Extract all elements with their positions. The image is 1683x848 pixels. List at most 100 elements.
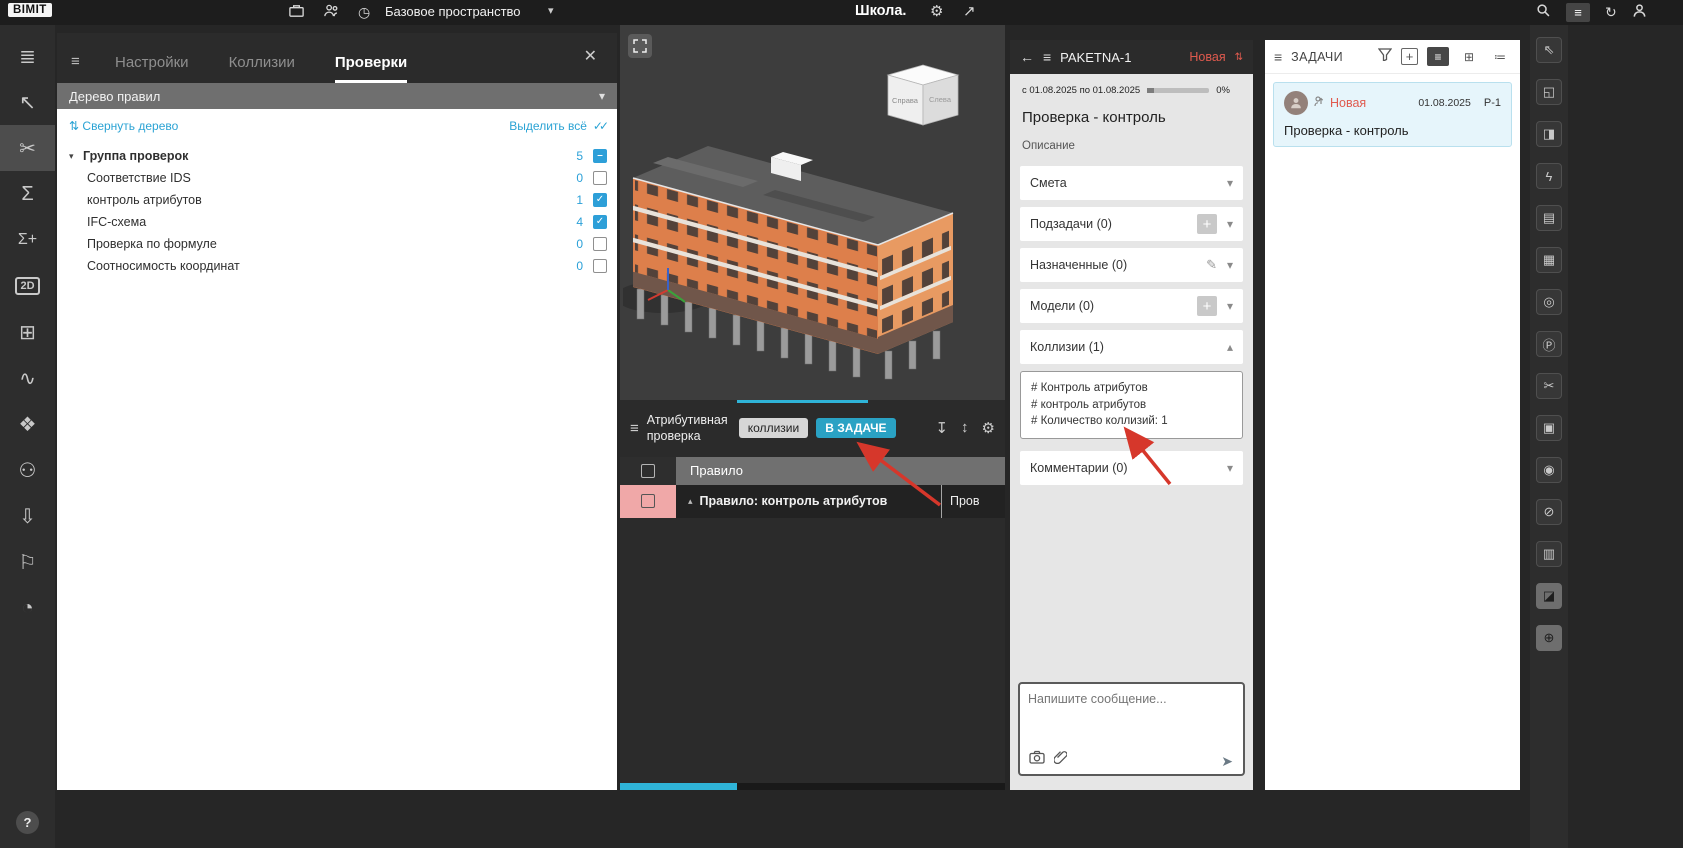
- gauge-icon[interactable]: ◔: [0, 585, 55, 631]
- hide-visibility-icon[interactable]: ⊘: [1536, 499, 1562, 525]
- table-row[interactable]: ▴ Правило: контроль атрибутов Пров: [620, 485, 1005, 518]
- status-sort-icon[interactable]: ⇅: [1235, 52, 1243, 63]
- section-estimate[interactable]: Смета ▾: [1020, 166, 1243, 200]
- collisions-button[interactable]: коллизии: [739, 418, 808, 438]
- workspace-select[interactable]: Базовое пространство: [385, 4, 521, 19]
- import-icon[interactable]: ↧: [935, 419, 948, 437]
- share-icon[interactable]: ↗: [963, 2, 976, 20]
- chevron-down-icon[interactable]: ▾: [548, 4, 554, 17]
- select-all-link[interactable]: Выделить всё: [509, 119, 587, 133]
- show-visibility-icon[interactable]: ◉: [1536, 457, 1562, 483]
- team-icon[interactable]: [323, 2, 340, 24]
- section-comments[interactable]: Комментарии (0) ▾: [1020, 451, 1243, 485]
- chevron-up-icon[interactable]: ▴: [1227, 340, 1233, 354]
- camera-icon[interactable]: [1029, 750, 1045, 769]
- section-collisions[interactable]: Коллизии (1) ▴: [1020, 330, 1243, 364]
- sum-add-icon[interactable]: Σ+: [0, 217, 55, 263]
- sort-menu-icon[interactable]: ≡: [71, 53, 80, 70]
- gear-icon[interactable]: ⚙: [930, 2, 943, 20]
- tree-item[interactable]: контроль атрибутов 1: [57, 189, 617, 211]
- rule-tree-bar[interactable]: Дерево правил ▾: [57, 83, 617, 109]
- in-task-button[interactable]: В ЗАДАЧЕ: [816, 418, 895, 438]
- list-view-icon[interactable]: ≡: [1566, 3, 1590, 22]
- viewport-3d[interactable]: Справа Слева ≡ Атрибутивная проверка кол…: [620, 25, 1005, 790]
- tree-item[interactable]: Проверка по формуле 0: [57, 233, 617, 255]
- focus-target-icon[interactable]: ◎: [1536, 289, 1562, 315]
- section-cut-icon[interactable]: ✂: [1536, 373, 1562, 399]
- user-location-icon[interactable]: ⚐: [0, 539, 55, 585]
- quick-actions-icon[interactable]: ϟ: [1536, 163, 1562, 189]
- building-model[interactable]: Справа Слева: [623, 45, 1003, 405]
- add-model-button[interactable]: +: [1197, 296, 1217, 316]
- charts-icon[interactable]: ∿: [0, 355, 55, 401]
- user-icon[interactable]: [1632, 3, 1647, 23]
- rule-cell[interactable]: ▴ Правило: контроль атрибутов: [676, 485, 941, 518]
- select-tool-icon[interactable]: ↖: [0, 79, 55, 125]
- orbit-icon[interactable]: ⊕: [1536, 625, 1562, 651]
- search-icon[interactable]: [1536, 3, 1551, 23]
- progress-bar[interactable]: [1147, 88, 1209, 93]
- briefcase-icon[interactable]: [288, 2, 305, 24]
- tab-settings[interactable]: Настройки: [115, 54, 189, 83]
- filter-icon[interactable]: [1378, 48, 1392, 66]
- collapse-caret-icon[interactable]: ▴: [688, 496, 693, 507]
- view-board-icon[interactable]: ≔: [1489, 47, 1511, 66]
- collapse-tree-link[interactable]: Свернуть дерево: [82, 119, 178, 133]
- task-card[interactable]: Новая 01.08.2025 P-1 Проверка - контроль: [1273, 82, 1512, 147]
- section-subtasks[interactable]: Подзадачи (0) + ▾: [1020, 207, 1243, 241]
- gear-icon[interactable]: ⚙: [982, 419, 995, 437]
- task-status-badge[interactable]: Новая: [1189, 50, 1225, 64]
- attachment-icon[interactable]: [1054, 750, 1067, 769]
- edit-pencil-icon[interactable]: ✎: [1206, 257, 1217, 273]
- chevron-down-icon[interactable]: ▾: [1227, 258, 1233, 272]
- clock-icon[interactable]: ◷: [358, 3, 370, 22]
- grid-icon[interactable]: ▦: [1536, 247, 1562, 273]
- checkbox[interactable]: [593, 149, 607, 163]
- checkbox[interactable]: [593, 237, 607, 251]
- add-subtask-button[interactable]: +: [1197, 214, 1217, 234]
- tree-item[interactable]: Соотносимость координат 0: [57, 255, 617, 277]
- horizontal-scrollbar[interactable]: [620, 783, 1005, 790]
- chevron-down-icon[interactable]: ▾: [1227, 461, 1233, 475]
- view-cube[interactable]: Справа Слева: [888, 65, 958, 125]
- add-task-icon[interactable]: +: [1401, 48, 1418, 65]
- back-icon[interactable]: ←: [1020, 49, 1034, 65]
- tab-checks[interactable]: Проверки: [335, 54, 407, 83]
- fullscreen-icon[interactable]: [628, 34, 652, 58]
- scrollbar-thumb[interactable]: [620, 783, 737, 790]
- chevron-down-icon[interactable]: ▾: [1227, 217, 1233, 231]
- rule-value-cell[interactable]: Пров: [941, 485, 1005, 518]
- help-button[interactable]: ?: [16, 811, 39, 834]
- snapshot-icon[interactable]: ▥: [1536, 541, 1562, 567]
- select-arrow-icon[interactable]: ⇖: [1536, 37, 1562, 63]
- checkbox[interactable]: [641, 464, 655, 478]
- chevron-down-icon[interactable]: ▾: [1227, 299, 1233, 313]
- cube-view-icon[interactable]: ◪: [1536, 583, 1562, 609]
- sum-icon[interactable]: Σ: [0, 171, 55, 217]
- model-tree-icon[interactable]: ≣: [0, 33, 55, 79]
- tree-item[interactable]: IFC-схема 4: [57, 211, 617, 233]
- sort-menu-icon[interactable]: ≡: [1274, 49, 1282, 65]
- caret-down-icon[interactable]: ▾: [69, 151, 83, 162]
- layers-icon[interactable]: ◱: [1536, 79, 1562, 105]
- sort-menu-icon[interactable]: ≡: [630, 420, 639, 437]
- clip-box-icon[interactable]: ▣: [1536, 415, 1562, 441]
- tree-item[interactable]: Соответствие IDS 0: [57, 167, 617, 189]
- section-models[interactable]: Модели (0) + ▾: [1020, 289, 1243, 323]
- tab-collisions[interactable]: Коллизии: [229, 54, 295, 83]
- column-header-rule[interactable]: Правило: [676, 457, 1005, 485]
- plugins-icon[interactable]: ❖: [0, 401, 55, 447]
- checkbox[interactable]: [593, 215, 607, 229]
- chevron-down-icon[interactable]: ▾: [1227, 176, 1233, 190]
- message-input[interactable]: [1028, 692, 1235, 748]
- tree-item-group[interactable]: ▾ Группа проверок 5: [57, 145, 617, 167]
- plan-icon[interactable]: Ⓟ: [1536, 331, 1562, 357]
- checkbox[interactable]: [641, 494, 655, 508]
- org-chart-icon[interactable]: ⊞: [0, 309, 55, 355]
- checkbox[interactable]: [593, 193, 607, 207]
- close-icon[interactable]: ✕: [584, 46, 597, 66]
- view-grid-icon[interactable]: ⊞: [1458, 47, 1480, 66]
- view-list-icon[interactable]: ≡: [1427, 47, 1449, 66]
- section-tool-icon[interactable]: ✂: [0, 125, 55, 171]
- cube-label-left[interactable]: Справа: [892, 96, 919, 105]
